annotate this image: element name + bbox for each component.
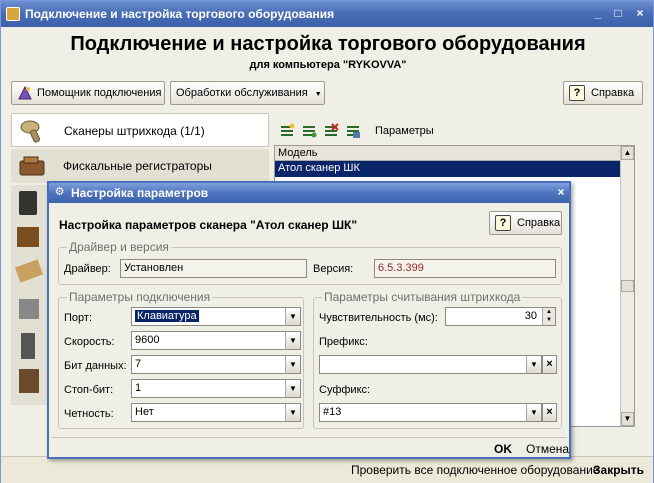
main-titlebar[interactable]: Подключение и настройка торгового оборуд… [1,1,653,27]
chevron-down-icon[interactable]: ▼ [526,404,541,421]
fiscal-register-icon [17,153,47,179]
footer-divider [51,437,567,438]
cancel-button[interactable]: Отмена [526,442,569,456]
port-label: Порт: [64,312,92,324]
sensitivity-label: Чувствительность (мс): [319,312,438,324]
connection-wizard-label: Помощник подключения [37,87,162,99]
databits-label: Бит данных: [64,360,127,372]
chevron-down-icon[interactable]: ▼ [285,356,300,373]
window-title: Подключение и настройка торгового оборуд… [25,7,335,21]
version-field: 6.5.3.399 [374,259,556,278]
close-button[interactable]: Закрыть [593,463,644,477]
ok-button[interactable]: OK [494,442,512,456]
chevron-down-icon[interactable]: ▼ [285,380,300,397]
prefix-select[interactable]: ▼ [319,355,542,374]
table-row[interactable]: Атол сканер ШК [275,161,621,177]
stopbit-value: 1 [135,382,142,394]
minimize-button[interactable]: _ [589,5,607,22]
settings-icon[interactable] [345,123,361,139]
barcode-read-group-title: Параметры считывания штрихкода [322,290,523,304]
port-value: Клавиатура [135,310,199,322]
settings-icon: ⚙ [54,186,65,198]
barcode-scanner-icon [18,118,48,144]
settings-dialog: ⚙ Настройка параметров × Настройка парам… [47,181,571,459]
parity-label: Четность: [64,408,114,420]
close-window-button[interactable]: × [631,5,649,22]
suffix-value: #13 [323,406,342,418]
chevron-down-icon[interactable]: ▼ [285,308,300,325]
parity-value: Нет [135,406,154,418]
dialog-help-label: Справка [517,217,561,229]
spin-up-icon[interactable]: ▲ [543,308,555,316]
service-processing-button[interactable]: Обработки обслуживания ▼ [170,81,325,105]
chevron-down-icon[interactable]: ▼ [285,404,300,421]
wizard-icon [17,85,33,101]
device-type-label: Сканеры штрихкода (1/1) [64,124,205,138]
driver-field: Установлен [120,259,307,278]
delete-icon[interactable] [323,123,339,139]
app-icon [6,7,20,21]
speed-value: 9600 [135,334,160,346]
speed-label: Скорость: [64,336,115,348]
databits-select[interactable]: 7 ▼ [131,355,301,374]
help-icon: ? [569,85,585,102]
connection-group-title: Параметры подключения [67,290,213,304]
dialog-heading: Настройка параметров сканера "Атол скане… [59,218,358,232]
service-processing-label: Обработки обслуживания [176,87,308,99]
vertical-scrollbar[interactable]: ▲ ▼ [620,146,634,426]
scroll-up-icon[interactable]: ▲ [621,146,634,160]
suffix-select[interactable]: #13 ▼ [319,403,542,422]
device-type-scanners[interactable]: Сканеры штрихкода (1/1) [11,113,269,147]
scroll-down-icon[interactable]: ▼ [621,412,634,426]
spin-down-icon[interactable]: ▼ [543,316,555,324]
driver-group-title: Драйвер и версия [67,240,171,254]
chevron-down-icon[interactable]: ▼ [285,332,300,349]
dialog-title: Настройка параметров [71,186,209,200]
connection-wizard-button[interactable]: Помощник подключения [11,81,165,105]
status-bar: Проверить все подключенное оборудование … [1,456,653,483]
device-type-fiscal[interactable]: Фискальные регистраторы [11,149,269,183]
dialog-help-button[interactable]: ? Справка [489,211,562,235]
version-label: Версия: [313,263,354,275]
help-label: Справка [591,87,635,99]
databits-value: 7 [135,358,142,370]
page-subtitle: для компьютера "RYKOVVA" [249,59,407,71]
help-icon: ? [495,215,511,232]
prefix-label: Префикс: [319,336,368,348]
help-button[interactable]: ? Справка [563,81,643,105]
page-title: Подключение и настройка торгового оборуд… [70,33,586,55]
chevron-down-icon: ▼ [314,91,322,98]
sensitivity-stepper[interactable]: 30 ▲ ▼ [445,307,556,326]
dialog-close-button[interactable]: × [554,185,568,199]
driver-label: Драйвер: [64,263,111,275]
device-icon-strip [11,185,47,405]
spin-buttons[interactable]: ▲ ▼ [542,308,555,325]
stopbit-select[interactable]: 1 ▼ [131,379,301,398]
sensitivity-value: 30 [524,310,537,322]
maximize-button[interactable]: □ [609,5,627,22]
speed-select[interactable]: 9600 ▼ [131,331,301,350]
port-select[interactable]: Клавиатура ▼ [131,307,301,326]
clear-suffix-icon[interactable]: × [542,403,557,422]
suffix-label: Суффикс: [319,384,371,396]
dialog-titlebar[interactable]: ⚙ Настройка параметров × [49,183,569,203]
add-copy-icon[interactable] [301,123,317,139]
chevron-down-icon[interactable]: ▼ [526,356,541,373]
scroll-thumb[interactable] [621,280,634,292]
clear-prefix-icon[interactable]: × [542,355,557,374]
parameters-button[interactable]: Параметры [375,125,434,137]
stopbit-label: Стоп-бит: [64,384,114,396]
model-column-header[interactable]: Модель [275,146,621,161]
device-type-label: Фискальные регистраторы [63,159,212,173]
add-icon[interactable] [279,123,295,139]
check-all-equipment-link[interactable]: Проверить все подключенное оборудование [351,463,599,477]
parity-select[interactable]: Нет ▼ [131,403,301,422]
